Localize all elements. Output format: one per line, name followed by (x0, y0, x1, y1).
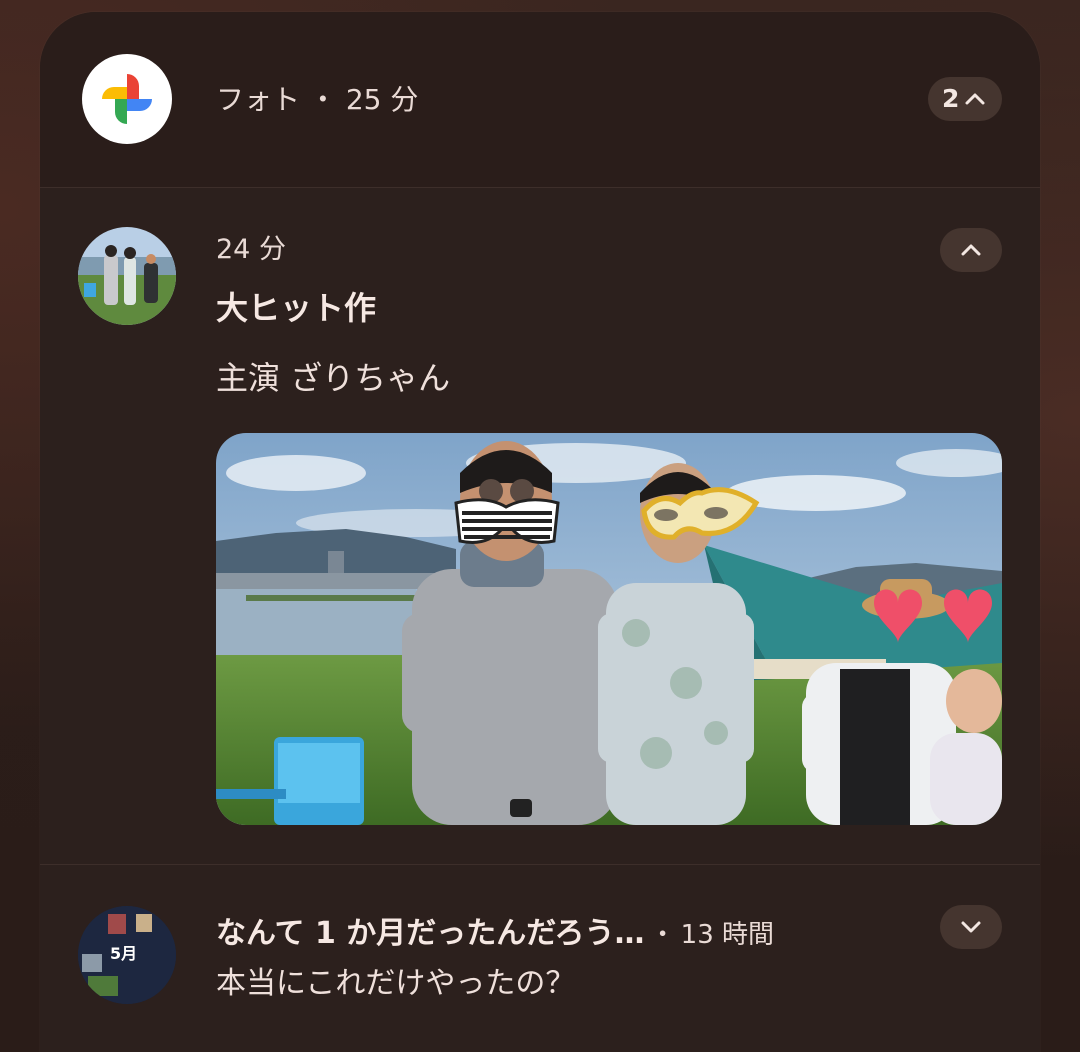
chevron-up-icon (965, 93, 985, 105)
notification-group-header[interactable] (40, 12, 1040, 187)
group-header-divider (40, 187, 1040, 188)
notification2-title: なんて 1 か月だったんだろう… (216, 916, 645, 951)
memories-month-label: 5月 (110, 944, 138, 963)
chevron-down-icon (961, 921, 981, 933)
group-time: 25 分 (345, 83, 419, 116)
notification-collapse-button[interactable] (940, 228, 1002, 272)
notification2-body: 本当にこれだけやったの？ (216, 966, 576, 1001)
notification-group-card[interactable]: フォト ・ 25 分 2 24 分 大ヒット作 主演 ざりちゃん 5月 なんて … (40, 12, 1040, 1052)
meta-separator: ・ (649, 920, 676, 950)
notification-divider (40, 864, 1040, 865)
notification-count: 2 (942, 84, 960, 113)
notification-title: 大ヒット作 (216, 289, 377, 327)
group-expand-button[interactable]: 2 (928, 77, 1002, 121)
notification-thumbnail-avatar (78, 227, 176, 325)
notification2-header: なんて 1 か月だったんだろう… ・ 13 時間 (216, 914, 774, 958)
notification-body: 主演 ざりちゃん (216, 359, 451, 397)
notification2-time: 13 時間 (680, 920, 775, 950)
notification-expand-button[interactable] (940, 905, 1002, 949)
meta-separator: ・ (308, 83, 337, 116)
app-name: フォト (216, 83, 301, 116)
notification-photo-preview[interactable] (216, 433, 1002, 825)
google-photos-app-icon (82, 54, 172, 144)
group-app-meta: フォト ・ 25 分 (216, 80, 418, 120)
notification-time: 24 分 (216, 234, 286, 265)
memories-avatar: 5月 (78, 906, 176, 1004)
chevron-up-icon (961, 244, 981, 256)
